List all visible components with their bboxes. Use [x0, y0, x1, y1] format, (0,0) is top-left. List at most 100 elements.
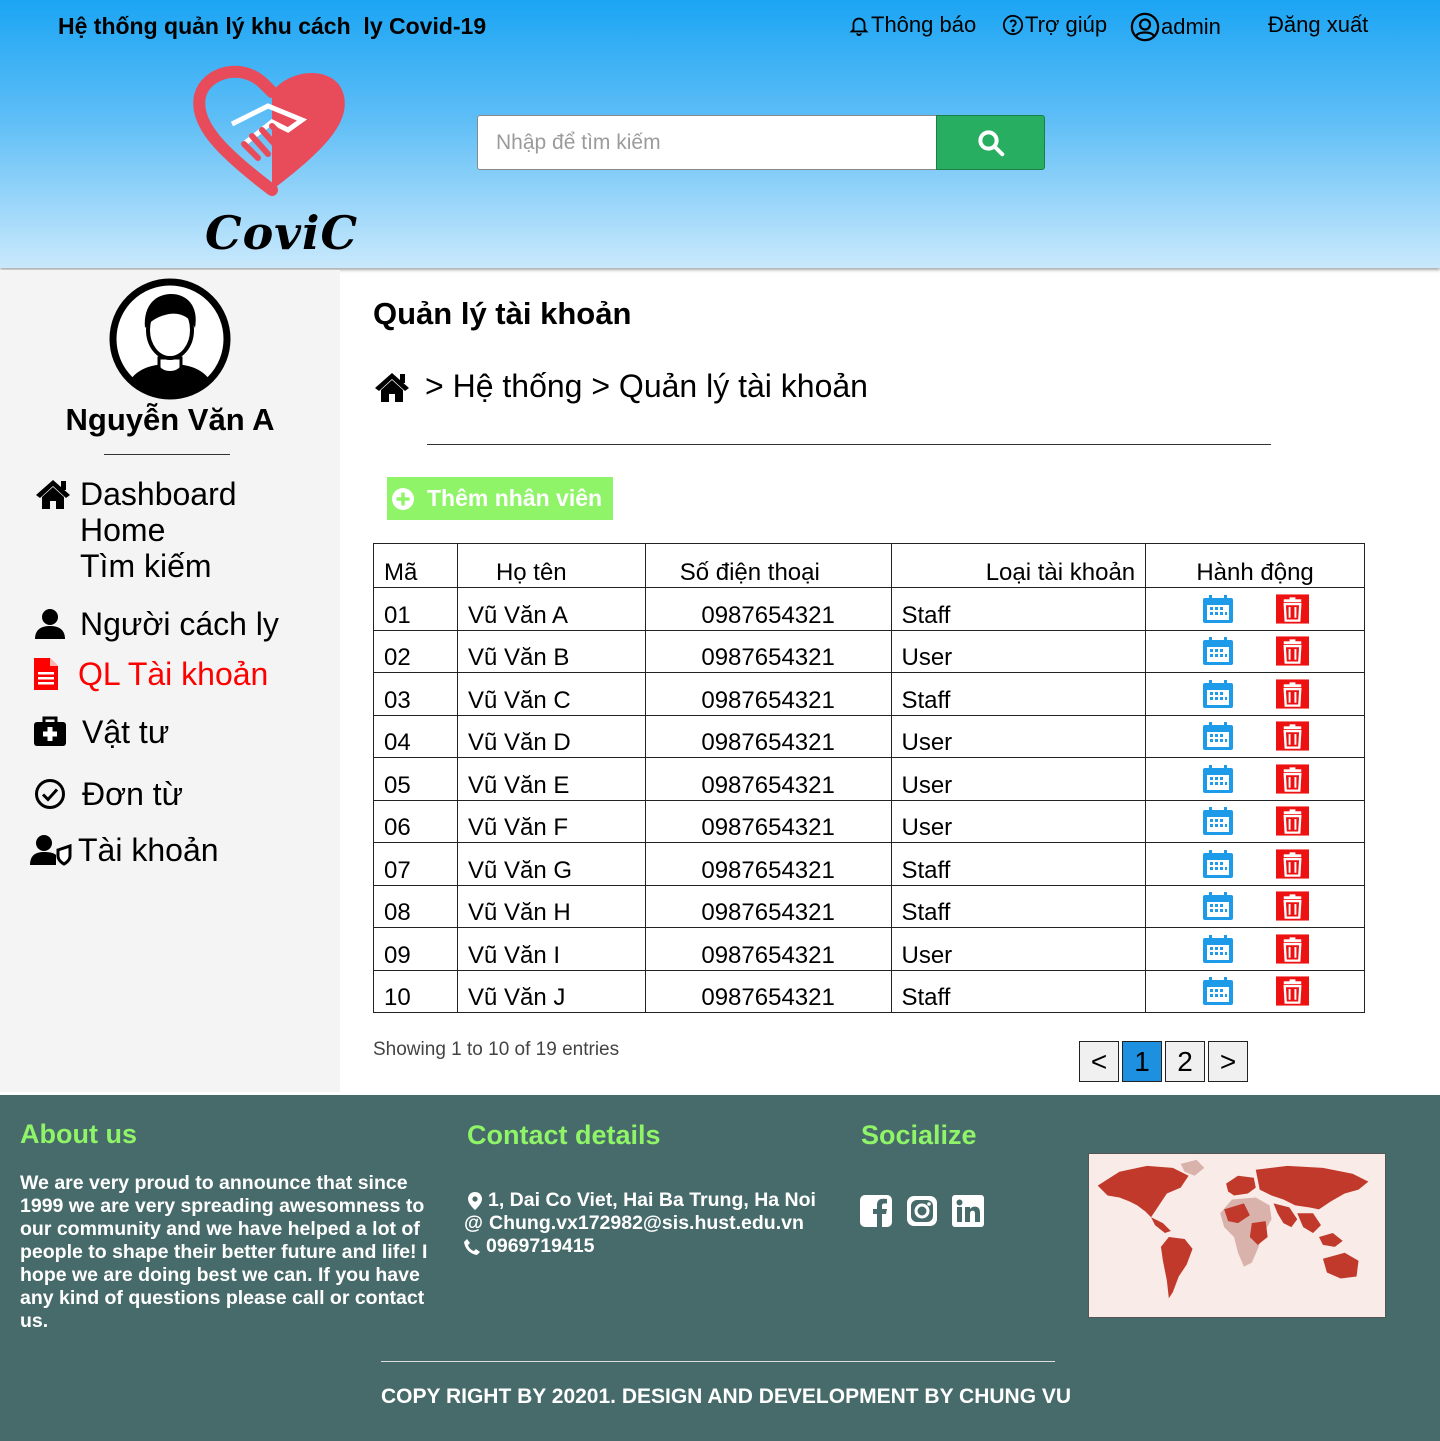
home-icon[interactable]: [373, 371, 411, 403]
phone-text: 0969719415: [486, 1235, 595, 1257]
sidebar-item-quarantined[interactable]: Người cách ly: [34, 606, 279, 642]
linkedin-icon[interactable]: [952, 1195, 984, 1227]
trash-icon: [1276, 594, 1310, 624]
delete-button[interactable]: [1276, 594, 1310, 624]
breadcrumb-path: > Hệ thống > Quản lý tài khoản: [425, 368, 868, 404]
instagram-icon[interactable]: [906, 1195, 938, 1227]
cell-name: Vũ Văn B: [456, 629, 646, 673]
edit-button[interactable]: [1201, 934, 1234, 964]
calendar-icon: [1202, 679, 1233, 708]
cell-account-type: Staff: [890, 672, 1147, 716]
cell-account-type: Staff: [890, 842, 1147, 886]
calendar-icon: [1202, 892, 1233, 921]
cell-actions: [1145, 629, 1365, 673]
edit-button[interactable]: [1201, 764, 1234, 794]
contact-address: 1, Dai Co Viet, Hai Ba Trung, Ha Noi: [464, 1189, 816, 1212]
about-text: We are very proud to announce that since…: [20, 1172, 428, 1332]
facebook-icon[interactable]: [860, 1195, 892, 1227]
page-title: Quản lý tài khoản: [373, 296, 632, 331]
column-header-phone[interactable]: Số điện thoại: [644, 543, 892, 588]
about-title: About us: [20, 1119, 137, 1149]
footer-divider: [381, 1361, 1055, 1362]
next-page-button[interactable]: >: [1208, 1041, 1248, 1082]
sidebar-item-label: Tài khoản: [78, 832, 219, 868]
column-header-code[interactable]: Mã: [373, 543, 458, 588]
pagination: < 1 2 >: [1079, 1041, 1248, 1082]
delete-button[interactable]: [1276, 721, 1310, 751]
edit-button[interactable]: [1201, 976, 1234, 1006]
trash-icon: [1276, 764, 1310, 794]
cell-phone: 0987654321: [644, 714, 892, 758]
contact-phone: 0969719415: [464, 1235, 816, 1258]
table-body: 01 Vũ Văn A 0987654321 Staff 02 Vũ Văn B 09876…: [373, 587, 1365, 1013]
delete-button[interactable]: [1276, 891, 1310, 921]
prev-page-button[interactable]: <: [1079, 1041, 1119, 1082]
notifications-link[interactable]: Thông báo: [848, 12, 976, 38]
sidebar-item-label: Người cách ly: [80, 606, 279, 642]
address-text: 1, Dai Co Viet, Hai Ba Trung, Ha Noi: [488, 1189, 816, 1211]
add-employee-button[interactable]: Thêm nhân viên: [387, 477, 613, 520]
help-link[interactable]: Trợ giúp: [1002, 12, 1107, 38]
column-header-account-type[interactable]: Loại tài khoản: [890, 543, 1147, 588]
edit-button[interactable]: [1201, 636, 1234, 666]
table-row: 06 Vũ Văn F 0987654321 User: [373, 799, 1365, 843]
delete-button[interactable]: [1276, 934, 1310, 964]
delete-button[interactable]: [1276, 849, 1310, 879]
trash-icon: [1276, 806, 1310, 836]
cell-actions: [1145, 714, 1365, 758]
cell-name: Vũ Văn J: [456, 969, 646, 1013]
search-input[interactable]: [477, 115, 937, 170]
logout-link[interactable]: Đăng xuất: [1268, 12, 1368, 38]
contact-email[interactable]: @ Chung.vx172982@sis.hust.edu.vn: [464, 1212, 816, 1235]
world-map-image: [1088, 1153, 1386, 1318]
cell-actions: [1145, 927, 1365, 971]
edit-button[interactable]: [1201, 849, 1234, 879]
delete-button[interactable]: [1276, 806, 1310, 836]
sidebar-item-applications[interactable]: Đơn từ: [34, 776, 183, 812]
logout-label: Đăng xuất: [1268, 12, 1369, 37]
sidebar-subitem-home[interactable]: Home: [80, 512, 237, 548]
cell-code: 06: [373, 799, 458, 843]
cell-phone: 0987654321: [644, 672, 892, 716]
delete-button[interactable]: [1276, 679, 1310, 709]
cell-name: Vũ Văn D: [456, 714, 646, 758]
phone-icon: [464, 1238, 480, 1255]
cell-name: Vũ Văn F: [456, 799, 646, 843]
edit-button[interactable]: [1201, 679, 1234, 709]
cell-actions: [1145, 842, 1365, 886]
sidebar-item-dashboard[interactable]: Dashboard Home Tìm kiếm: [34, 476, 237, 584]
header: Hệ thống quản lý khu cách ly Covid-19 Th…: [0, 0, 1440, 268]
bell-icon: [849, 17, 869, 36]
delete-button[interactable]: [1276, 764, 1310, 794]
page-2-button[interactable]: 2: [1165, 1041, 1205, 1082]
table-header-row: Mã Họ tên Số điện thoại Loại tài khoản H…: [373, 543, 1365, 588]
cell-account-type: Staff: [890, 587, 1147, 631]
page-1-button[interactable]: 1: [1122, 1041, 1162, 1082]
edit-button[interactable]: [1201, 891, 1234, 921]
trash-icon: [1276, 934, 1310, 964]
sidebar-item-supplies[interactable]: Vật tư: [34, 714, 169, 750]
edit-button[interactable]: [1201, 806, 1234, 836]
cell-actions: [1145, 672, 1365, 716]
delete-button[interactable]: [1276, 636, 1310, 666]
sidebar-subitem-search[interactable]: Tìm kiếm: [80, 548, 237, 584]
sidebar-item-label: Dashboard: [80, 476, 237, 512]
add-employee-label: Thêm nhân viên: [427, 485, 603, 511]
user-link[interactable]: admin: [1130, 12, 1221, 42]
delete-button[interactable]: [1276, 976, 1310, 1006]
account-table: Mã Họ tên Số điện thoại Loại tài khoản H…: [373, 543, 1365, 1013]
user-name: Nguyễn Văn A: [65, 402, 275, 437]
cell-code: 09: [373, 927, 458, 971]
sidebar-item-account[interactable]: Tài khoản: [30, 832, 219, 868]
calendar-icon: [1202, 722, 1233, 751]
table-row: 02 Vũ Văn B 0987654321 User: [373, 629, 1365, 673]
cell-actions: [1145, 587, 1365, 631]
edit-button[interactable]: [1201, 721, 1234, 751]
column-header-name[interactable]: Họ tên: [456, 543, 646, 588]
search-button[interactable]: [936, 115, 1045, 170]
trash-icon: [1276, 891, 1310, 921]
calendar-icon: [1202, 594, 1233, 623]
sidebar-item-account-management[interactable]: QL Tài khoản: [34, 656, 268, 692]
cell-phone: 0987654321: [644, 757, 892, 801]
edit-button[interactable]: [1201, 594, 1234, 624]
